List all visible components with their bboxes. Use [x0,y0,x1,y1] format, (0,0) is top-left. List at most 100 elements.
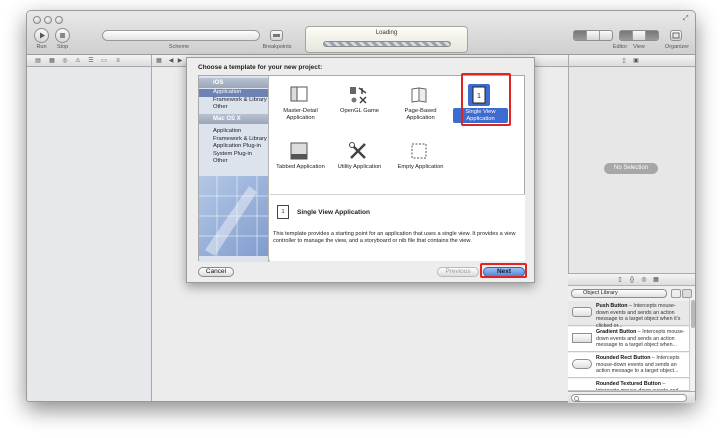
library-item[interactable]: Rounded Rect Button – Intercepts mouse-d… [568,353,689,378]
fullscreen-icon[interactable]: ⤢ [683,15,690,22]
version-editor-icon[interactable] [600,31,612,40]
rounded-rect-button-icon [572,359,592,369]
tabbed-icon [290,142,308,160]
stop-icon [60,33,65,38]
issue-navigator-icon[interactable]: ⚠ [75,58,81,64]
template-page-based[interactable]: Page-Based Application [393,76,448,131]
symbol-navigator-icon[interactable]: ▦ [49,58,55,64]
back-arrow-icon[interactable]: ◀ [168,58,174,64]
play-icon [40,32,45,39]
library-item-name: Push Button [596,303,628,309]
library-popup-label: Object Library [583,290,618,296]
file-inspector-icon[interactable]: ▯ [621,58,627,64]
category-mac-application[interactable]: Application [199,128,268,136]
xcode-blueprint-artwork [199,176,268,256]
template-description-panel: 1 Single View Application This template … [270,194,525,261]
object-library-icon[interactable]: ◎ [640,276,648,284]
category-ios-other[interactable]: Other [199,104,268,112]
mac-section-header: Mac OS X [199,114,268,124]
search-navigator-icon[interactable]: ◎ [62,58,68,64]
activity-viewer: Loading [305,26,468,53]
template-label: Tabbed Application [276,164,325,170]
breakpoint-icon [273,34,280,37]
hammer-icon [199,176,268,256]
loading-progress-bar [323,41,451,47]
previous-button[interactable]: Previous [437,267,479,277]
page-based-icon [411,87,427,103]
library-item-name: Gradient Button [596,329,637,335]
organizer-button[interactable] [670,30,682,41]
library-item-name: Rounded Textured Button [596,381,661,387]
template-tabbed[interactable]: Tabbed Application [273,132,328,187]
debug-area-toggle-icon[interactable] [633,31,646,40]
list-view-toggle[interactable] [682,289,692,298]
library-filter-bar [568,391,695,403]
category-mac-system-plugin[interactable]: System Plug-in [199,151,268,159]
object-library-popup[interactable]: Object Library [571,289,667,298]
sheet-title: Choose a template for your new project: [198,64,323,71]
close-window-button[interactable] [33,16,41,24]
single-view-highlight [461,73,511,126]
quick-help-icon[interactable]: ▣ [633,58,639,64]
gradient-button-icon [572,333,592,343]
template-empty[interactable]: Empty Application [393,132,448,187]
category-mac-framework[interactable]: Framework & Library [199,136,268,144]
standard-editor-icon[interactable] [574,31,587,40]
zoom-window-button[interactable] [55,16,63,24]
media-library-icon[interactable]: ▦ [652,276,660,284]
forward-arrow-icon[interactable]: ▶ [177,58,183,64]
activity-status-text: Loading [375,30,398,36]
library-item[interactable]: Gradient Button – Intercepts mouse-down … [568,327,689,352]
minimize-window-button[interactable] [44,16,52,24]
editor-segmented-control[interactable] [573,30,613,41]
file-template-library-icon[interactable]: ▯ [616,276,624,284]
view-segmented-control[interactable] [619,30,659,41]
breakpoints-label: Breakpoints [262,44,292,50]
project-navigator-icon[interactable]: ▤ [35,58,41,64]
category-mac-app-plugin[interactable]: Application Plug-in [199,143,268,151]
no-selection-label: No Selection [604,163,658,174]
library-selector-bar: ▯ {} ◎ ▦ [568,274,695,286]
opengl-game-icon [350,87,367,104]
navigator-toggle-icon[interactable] [620,31,633,40]
organizer-label: Organizer [664,44,690,50]
scheme-popup[interactable] [102,30,260,41]
assistant-editor-icon[interactable] [587,31,600,40]
log-navigator-icon[interactable]: ≡ [115,58,121,64]
template-utility[interactable]: Utility Application [332,132,387,187]
category-mac-other[interactable]: Other [199,158,268,166]
template-label: Page-Based Application [404,108,437,121]
master-detail-icon [290,86,308,102]
library-item[interactable]: Rounded Textured Button – Intercepts mou… [568,379,689,391]
single-view-icon: 1 [277,205,289,219]
navigator-selector-bar: ▤ ▦ ◎ ⚠ ☰ ▭ ≡ [27,55,151,67]
category-ios-framework[interactable]: Framework & Library [199,97,268,105]
library-item-name: Rounded Rect Button [596,355,651,361]
run-label: Run [36,44,47,50]
cancel-button[interactable]: Cancel [198,267,234,277]
library-item[interactable]: Push Button – Intercepts mouse-down even… [568,301,689,329]
related-items-icon[interactable]: ▦ [156,58,162,64]
library-pane: ▯ {} ◎ ▦ Object Library Push Button – In… [568,273,695,403]
search-icon [574,396,581,403]
scrollbar-thumb[interactable] [691,300,695,328]
breakpoints-button[interactable] [270,30,283,41]
template-master-detail[interactable]: Master-Detail Application [273,76,328,131]
utilities-toggle-icon[interactable] [646,31,658,40]
scheme-label: Scheme [168,44,190,50]
editor-label: Editor [612,44,628,50]
template-label: Empty Application [397,164,444,170]
category-ios-application[interactable]: Application [199,89,268,97]
library-filter-input[interactable] [571,394,687,403]
view-label: View [633,44,645,50]
template-label: Utility Application [337,164,382,170]
code-snippet-library-icon[interactable]: {} [628,276,636,284]
debug-navigator-icon[interactable]: ☰ [88,58,94,64]
template-opengl-game[interactable]: OpenGL Game [332,76,387,131]
library-scrollbar[interactable] [689,298,695,391]
breakpoint-navigator-icon[interactable]: ▭ [101,58,107,64]
icon-view-toggle[interactable] [671,289,681,298]
stop-button[interactable] [55,28,70,43]
push-button-icon [572,307,592,317]
run-button[interactable] [34,28,49,43]
